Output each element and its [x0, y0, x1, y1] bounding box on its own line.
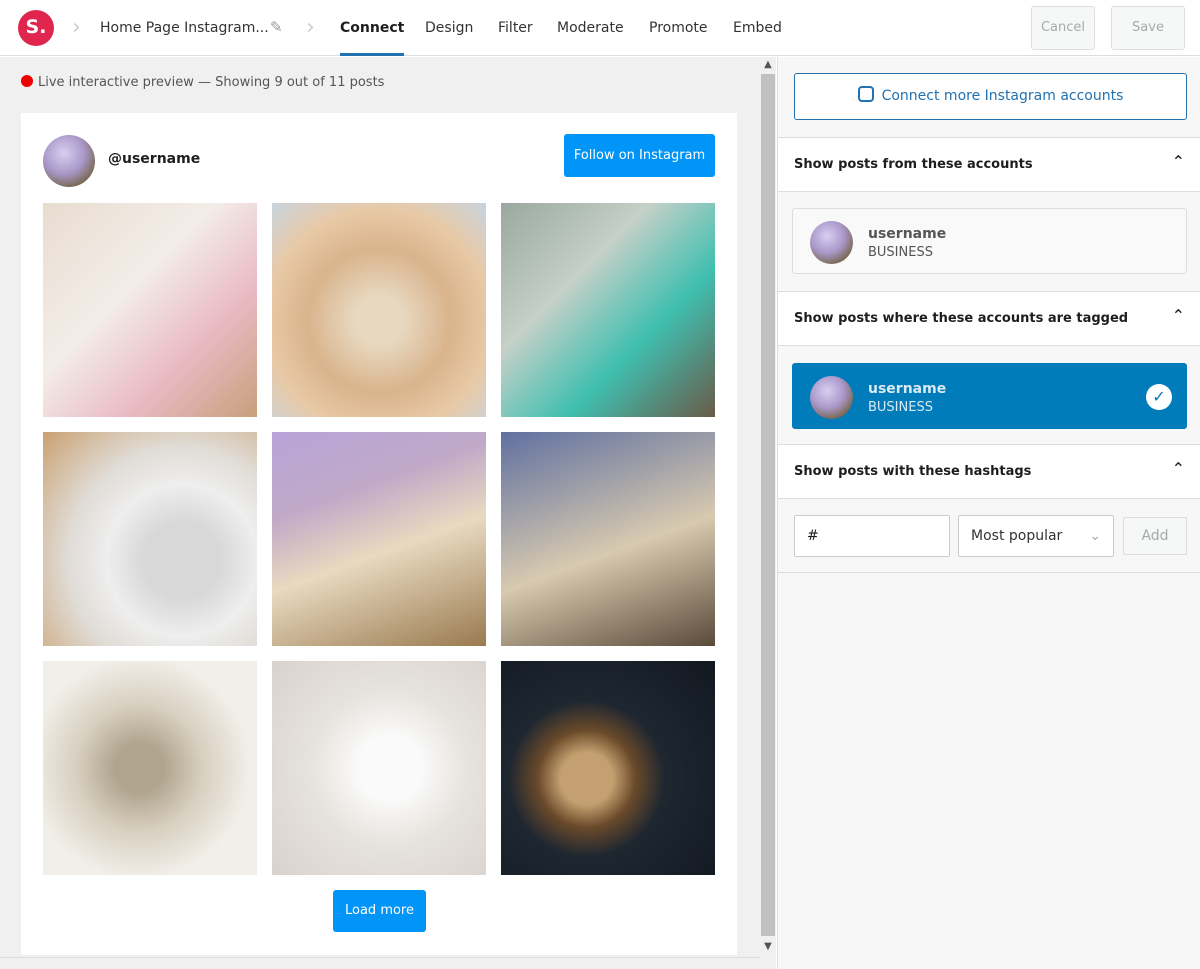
tab-moderate[interactable]: Moderate [557, 0, 624, 56]
add-hashtag-button[interactable]: Add [1123, 517, 1187, 555]
post-image-2[interactable] [272, 203, 486, 417]
chevron-up-icon[interactable]: ⌃ [1172, 306, 1185, 325]
avatar[interactable] [43, 135, 95, 187]
tab-embed[interactable]: Embed [733, 0, 782, 56]
section-tagged-header[interactable]: Show posts where these accounts are tagg… [778, 291, 1200, 346]
section-title: Show posts where these accounts are tagg… [794, 311, 1129, 326]
account-type: BUSINESS [868, 245, 933, 260]
settings-sidebar: Connect more Instagram accounts Show pos… [777, 57, 1200, 969]
top-bar: S. › Home Page Instagram... ✎ › Connect … [0, 0, 1200, 56]
instagram-icon [857, 86, 874, 102]
follow-button[interactable]: Follow on Instagram [564, 134, 715, 177]
post-image-1[interactable] [43, 203, 257, 417]
feed-username[interactable]: @username [108, 151, 200, 167]
app-logo[interactable]: S. [18, 10, 54, 46]
cancel-button[interactable]: Cancel [1031, 6, 1095, 50]
avatar [810, 221, 853, 264]
connect-more-label: Connect more Instagram accounts [881, 88, 1124, 104]
section-accounts-header[interactable]: Show posts from these accounts ⌃ [778, 137, 1200, 192]
connect-more-accounts-button[interactable]: Connect more Instagram accounts [794, 73, 1187, 120]
avatar [810, 376, 853, 419]
preview-pane: Live interactive preview — Showing 9 out… [0, 57, 760, 969]
tagged-account-option[interactable]: username BUSINESS ✓ [792, 363, 1187, 429]
post-image-5[interactable] [272, 432, 486, 646]
hashtag-sort-select[interactable]: Most popular ⌄ [958, 515, 1114, 557]
section-hashtags-header[interactable]: Show posts with these hashtags ⌃ [778, 444, 1200, 499]
load-more-button[interactable]: Load more [333, 890, 426, 932]
chevron-right-icon: › [306, 15, 315, 40]
chevron-right-icon: › [72, 15, 81, 40]
chevron-down-icon: ⌄ [1089, 528, 1101, 544]
hashtag-input[interactable]: # [794, 515, 950, 557]
section-title: Show posts from these accounts [794, 157, 1033, 172]
divider [778, 572, 1200, 573]
account-option[interactable]: username BUSINESS [792, 208, 1187, 274]
feed-name-breadcrumb[interactable]: Home Page Instagram... [100, 20, 269, 36]
account-name: username [868, 381, 947, 397]
status-text: Live interactive preview — Showing 9 out… [38, 75, 385, 90]
chevron-up-icon[interactable]: ⌃ [1172, 152, 1185, 171]
scroll-down-icon[interactable]: ▼ [760, 941, 776, 952]
tab-design[interactable]: Design [425, 0, 473, 56]
save-button[interactable]: Save [1111, 6, 1185, 50]
account-name: username [868, 226, 947, 242]
post-image-8[interactable] [272, 661, 486, 875]
scrollbar-thumb[interactable] [761, 74, 775, 936]
post-image-7[interactable] [43, 661, 257, 875]
post-image-6[interactable] [501, 432, 715, 646]
post-image-4[interactable] [43, 432, 257, 646]
sort-value: Most popular [971, 528, 1063, 544]
vertical-scrollbar[interactable]: ▲ ▼ [760, 57, 776, 969]
preview-status: Live interactive preview — Showing 9 out… [21, 75, 384, 90]
scroll-up-icon[interactable]: ▲ [760, 59, 776, 70]
post-image-3[interactable] [501, 203, 715, 417]
section-title: Show posts with these hashtags [794, 464, 1032, 479]
tab-filter[interactable]: Filter [498, 0, 533, 56]
pencil-icon[interactable]: ✎ [270, 18, 283, 36]
tab-connect[interactable]: Connect [340, 0, 405, 56]
feed-preview: @username Follow on Instagram Load more [21, 113, 737, 955]
chevron-up-icon[interactable]: ⌃ [1172, 459, 1185, 478]
tab-promote[interactable]: Promote [649, 0, 708, 56]
account-type: BUSINESS [868, 400, 933, 415]
check-icon: ✓ [1146, 384, 1172, 410]
horizontal-scrollbar[interactable] [0, 957, 760, 969]
live-dot-icon [21, 75, 33, 87]
post-image-9[interactable] [501, 661, 715, 875]
